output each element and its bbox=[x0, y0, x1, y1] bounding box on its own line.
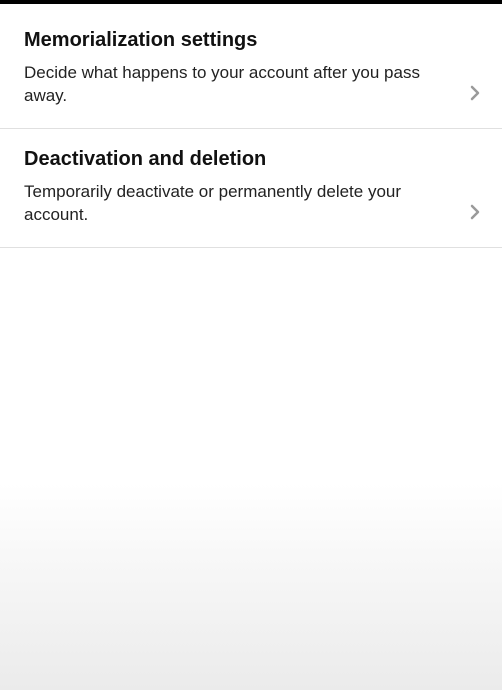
item-description: Decide what happens to your account afte… bbox=[24, 62, 458, 108]
chevron-right-icon bbox=[466, 203, 484, 221]
chevron-right-icon bbox=[466, 84, 484, 102]
settings-list: Memorialization settings Decide what hap… bbox=[0, 4, 502, 248]
settings-item-deactivation[interactable]: Deactivation and deletion Temporarily de… bbox=[0, 147, 502, 248]
item-title: Deactivation and deletion bbox=[24, 147, 458, 171]
item-description: Temporarily deactivate or permanently de… bbox=[24, 181, 458, 227]
item-title: Memorialization settings bbox=[24, 28, 458, 52]
item-text: Deactivation and deletion Temporarily de… bbox=[24, 147, 466, 227]
item-text: Memorialization settings Decide what hap… bbox=[24, 28, 466, 108]
settings-item-memorialization[interactable]: Memorialization settings Decide what hap… bbox=[0, 28, 502, 129]
